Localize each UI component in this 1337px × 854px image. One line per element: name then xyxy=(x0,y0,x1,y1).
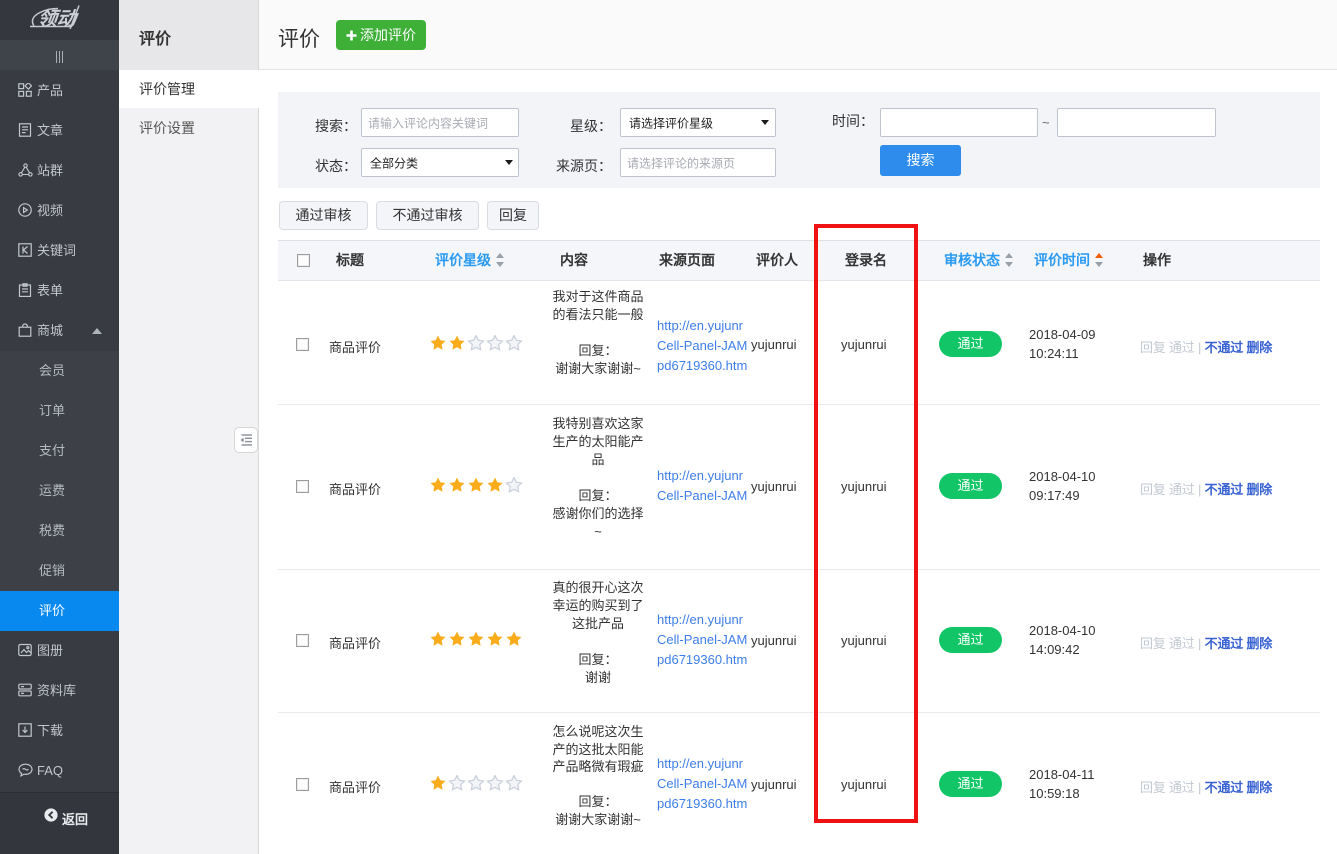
svg-text:领动: 领动 xyxy=(37,8,80,30)
